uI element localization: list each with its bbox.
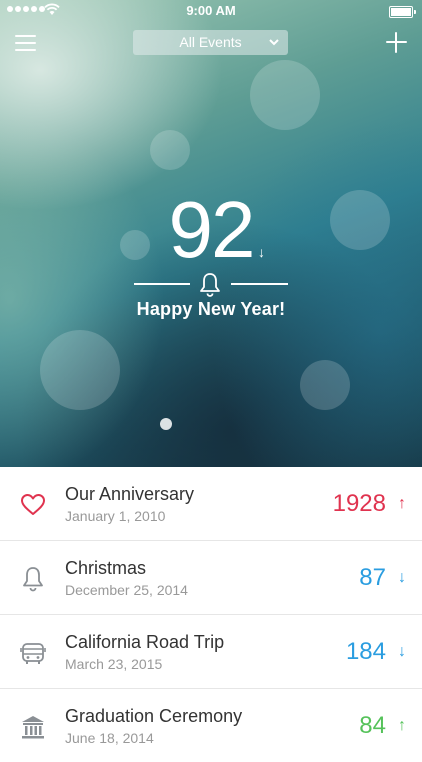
bell-icon	[23, 567, 43, 592]
arrow-down-icon: ↓	[398, 643, 406, 660]
bokeh-light	[150, 130, 190, 170]
status-bar: 9:00 AM	[0, 0, 422, 22]
event-name: California Road Trip	[65, 632, 225, 652]
arrow-down-icon: ↓	[398, 569, 406, 586]
event-date: June 18, 2014	[65, 730, 154, 746]
bus-icon	[20, 643, 46, 664]
bokeh-light	[40, 330, 120, 410]
event-date: March 23, 2015	[65, 656, 163, 672]
battery-icon	[389, 6, 416, 18]
bokeh-light	[250, 60, 320, 130]
event-count: 184	[345, 638, 386, 665]
arrow-up-icon: ↑	[398, 495, 406, 512]
featured-countdown: 92	[168, 185, 256, 274]
event-date: December 25, 2014	[65, 582, 188, 598]
event-name: Graduation Ceremony	[65, 706, 243, 726]
bokeh-light	[300, 360, 350, 410]
event-list: Our Anniversary January 1, 2010 1928 ↑ C…	[0, 467, 422, 762]
list-item[interactable]: Christmas December 25, 2014 87 ↓	[0, 541, 422, 615]
add-event-button[interactable]	[386, 32, 407, 53]
hero-background: 9:00 AM All Events 92 ↓ Happy New Year!	[0, 0, 422, 467]
heart-icon	[21, 494, 45, 515]
divider-right	[231, 283, 288, 285]
event-name: Our Anniversary	[65, 484, 195, 504]
list-item[interactable]: California Road Trip March 23, 2015 184 …	[0, 615, 422, 689]
featured-event-title: Happy New Year!	[136, 299, 286, 319]
list-item[interactable]: Graduation Ceremony June 18, 2014 84 ↑	[0, 689, 422, 762]
bell-icon	[200, 273, 220, 297]
bokeh-light	[160, 418, 172, 430]
divider-left	[134, 283, 190, 285]
event-filter-dropdown[interactable]: All Events	[133, 30, 288, 55]
status-time: 9:00 AM	[186, 3, 236, 18]
event-date: January 1, 2010	[65, 508, 166, 524]
arrow-up-icon: ↑	[398, 717, 406, 734]
event-count: 1928	[332, 490, 386, 517]
filter-label: All Events	[179, 34, 242, 50]
menu-button[interactable]	[15, 35, 37, 52]
list-item[interactable]: Our Anniversary January 1, 2010 1928 ↑	[0, 467, 422, 541]
event-name: Christmas	[65, 558, 147, 578]
event-count: 87	[359, 564, 386, 591]
event-count: 84	[359, 712, 386, 739]
arrow-down-icon: ↓	[258, 244, 265, 260]
chevron-down-icon	[268, 30, 280, 63]
museum-icon	[22, 716, 44, 739]
